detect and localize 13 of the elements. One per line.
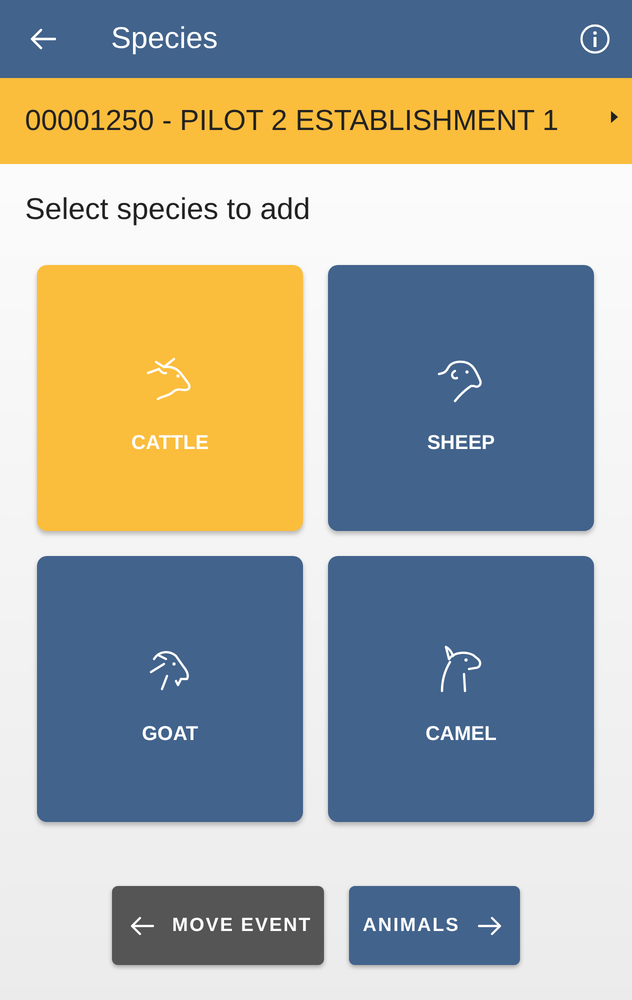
screen-title: Species	[111, 22, 218, 56]
establishment-selector[interactable]: 00001250 - PILOT 2 ESTABLISHMENT 1	[0, 78, 632, 164]
move-event-button[interactable]: MOVE EVENT	[112, 886, 324, 965]
arrow-left-icon[interactable]	[30, 28, 56, 50]
info-icon[interactable]	[580, 24, 610, 54]
caret-right-icon	[611, 111, 618, 123]
species-tile[interactable]: SHEEP	[328, 265, 594, 531]
animals-button[interactable]: ANIMALS	[348, 886, 520, 965]
arrow-left-icon	[130, 916, 154, 936]
arrow-right-icon	[478, 916, 502, 936]
species-tile[interactable]: GOAT	[37, 556, 303, 822]
section-heading: Select species to add	[25, 192, 310, 228]
species-tile[interactable]: CAMEL	[328, 556, 594, 822]
